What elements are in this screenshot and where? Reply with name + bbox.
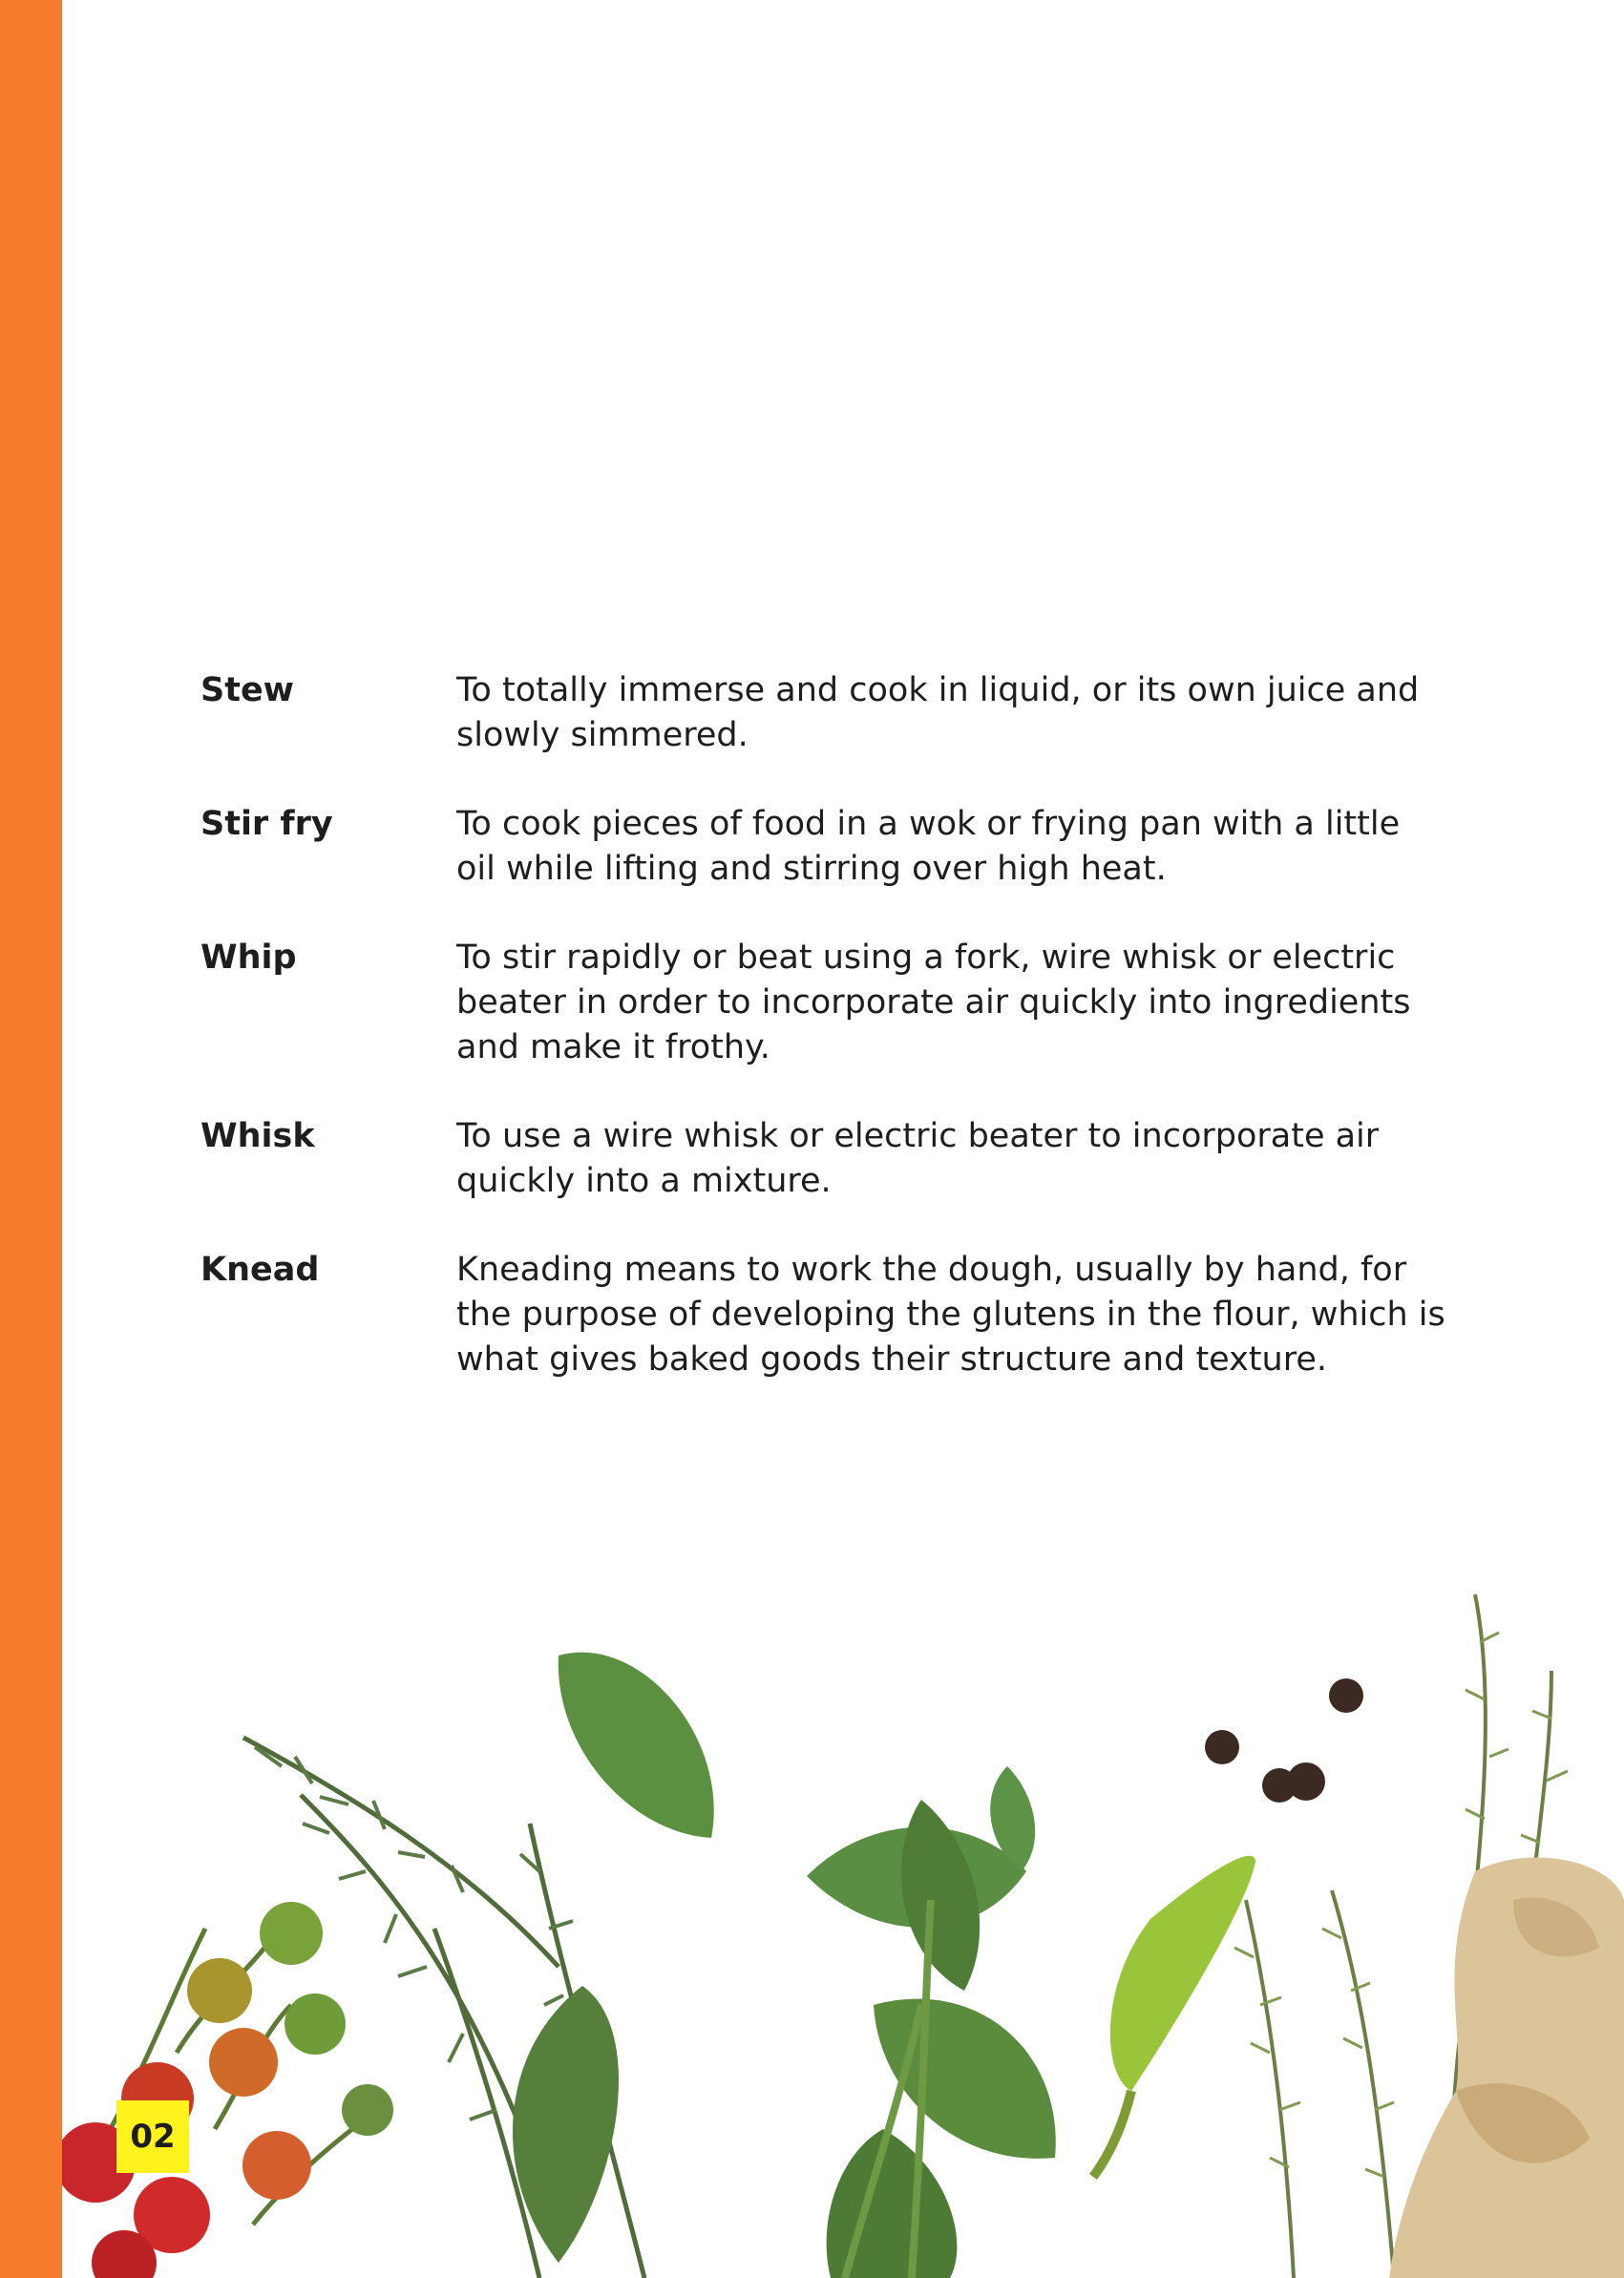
tomatoes: [62, 1902, 393, 2278]
glossary-term: Whip: [200, 939, 297, 977]
basil-leaves: [512, 1652, 1056, 2278]
glossary-definition: To use a wire whisk or electric beater t…: [456, 1117, 1380, 1200]
glossary-term: Stir fry: [200, 805, 333, 843]
glossary-entry-knead: Knead Kneading means to work the dough, …: [200, 1248, 1461, 1382]
green-chili: [1088, 1855, 1255, 2180]
glossary-definition: To cook pieces of food in a wok or fryin…: [456, 805, 1401, 888]
glossary-definition: To stir rapidly or beat using a fork, wi…: [456, 939, 1411, 1066]
herbs-and-vegetables-illustration: [62, 1593, 1624, 2278]
glossary-definition: To totally immerse and cook in liquid, o…: [456, 671, 1420, 754]
glossary-entry-whip: Whip To stir rapidly or beat using a for…: [200, 936, 1461, 1070]
glossary-entry-whisk: Whisk To use a wire whisk or electric be…: [200, 1114, 1461, 1204]
ginger-root: [1389, 1857, 1624, 2278]
peppercorns: [1205, 1678, 1363, 1803]
cooking-glossary: Stew To totally immerse and cook in liqu…: [200, 668, 1461, 1426]
page-number-badge: 02: [116, 2100, 189, 2173]
glossary-entry-stir-fry: Stir fry To cook pieces of food in a wok…: [200, 802, 1461, 892]
left-accent-bar: [0, 0, 62, 2278]
glossary-entry-stew: Stew To totally immerse and cook in liqu…: [200, 668, 1461, 758]
glossary-term: Knead: [200, 1251, 320, 1289]
glossary-term: Stew: [200, 671, 295, 709]
glossary-definition: Kneading means to work the dough, usuall…: [456, 1251, 1445, 1379]
glossary-term: Whisk: [200, 1117, 315, 1155]
